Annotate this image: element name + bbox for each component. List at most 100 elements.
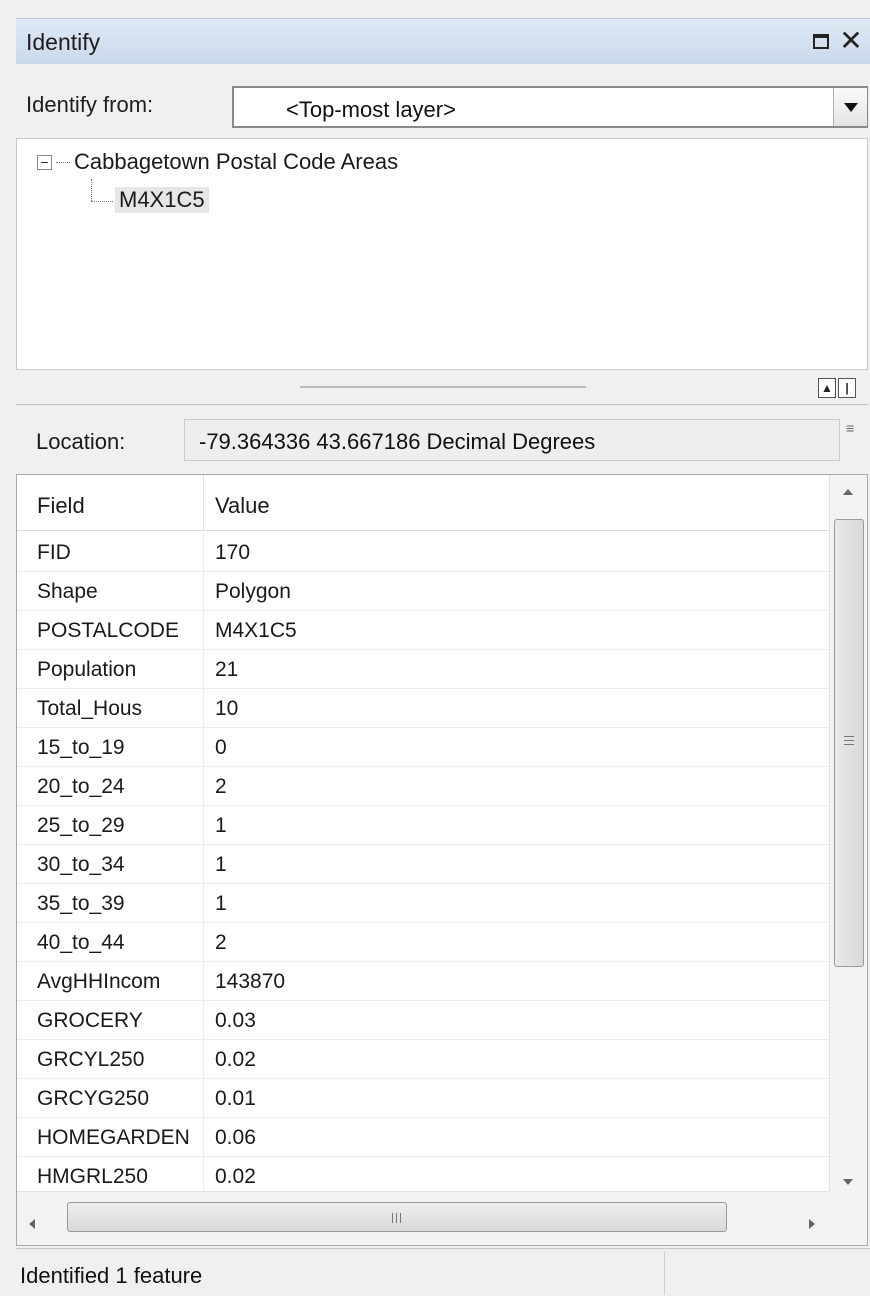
- field-value: 143870: [215, 970, 286, 993]
- field-name: 40_to_44: [37, 931, 125, 954]
- field-value: 0.02: [215, 1048, 256, 1071]
- identify-window: Identify ✕ Identify from: <Top-most laye…: [0, 0, 870, 1296]
- field-value: 1: [215, 892, 227, 915]
- grip-line: [844, 736, 854, 737]
- table-row[interactable]: GROCERY 0.03: [17, 1001, 829, 1040]
- table-row[interactable]: HOMEGARDEN 0.06: [17, 1118, 829, 1157]
- field-value: 0.02: [215, 1165, 256, 1188]
- tree-connector-vertical: [91, 179, 92, 201]
- status-bar: Identified 1 feature: [16, 1248, 870, 1296]
- field-name: Total_Hous: [37, 697, 143, 720]
- table-row[interactable]: POSTALCODE M4X1C5: [17, 611, 829, 650]
- field-name: HMGRL250: [37, 1165, 148, 1188]
- column-divider[interactable]: [203, 475, 204, 531]
- collapse-panel-button[interactable]: ▲: [818, 378, 836, 398]
- table-row[interactable]: 15_to_19 0: [17, 728, 829, 767]
- table-row[interactable]: GRCYL250 0.02: [17, 1040, 829, 1079]
- scroll-down-icon[interactable]: [843, 1179, 853, 1185]
- field-name: 25_to_29: [37, 814, 125, 837]
- field-name: 30_to_34: [37, 853, 125, 876]
- identify-from-selected: <Top-most layer>: [286, 97, 456, 122]
- scroll-up-icon[interactable]: [843, 489, 853, 495]
- field-name: 15_to_19: [37, 736, 125, 759]
- field-value: 0.01: [215, 1087, 256, 1110]
- scroll-right-icon[interactable]: [809, 1219, 815, 1229]
- field-value: 21: [215, 658, 239, 681]
- column-header-value[interactable]: Value: [215, 493, 270, 519]
- vertical-scroll-thumb[interactable]: [834, 519, 864, 967]
- grip-line: [392, 1213, 393, 1223]
- identify-from-dropdown[interactable]: <Top-most layer>: [232, 86, 868, 128]
- field-name: 20_to_24: [37, 775, 125, 798]
- scroll-left-icon[interactable]: [29, 1219, 35, 1229]
- field-value: 2: [215, 775, 227, 798]
- split-layout-button[interactable]: |: [838, 378, 856, 398]
- field-value: M4X1C5: [215, 619, 297, 642]
- vertical-scrollbar[interactable]: [829, 475, 867, 1191]
- field-value: 10: [215, 697, 239, 720]
- title-bar: Identify ✕: [16, 18, 870, 64]
- field-value: 0.03: [215, 1009, 256, 1032]
- table-row[interactable]: FID 170: [17, 533, 829, 572]
- horizontal-scroll-thumb[interactable]: [67, 1202, 727, 1232]
- tree-feature-node[interactable]: M4X1C5: [115, 187, 209, 213]
- field-value: 2: [215, 931, 227, 954]
- field-value: Polygon: [215, 580, 291, 603]
- table-row[interactable]: Total_Hous 10: [17, 689, 829, 728]
- results-tree: Cabbagetown Postal Code Areas M4X1C5: [16, 138, 868, 370]
- panel-splitter[interactable]: [300, 386, 586, 388]
- field-value: 1: [215, 814, 227, 837]
- table-row[interactable]: AvgHHIncom 143870: [17, 962, 829, 1001]
- split-icon: |: [845, 381, 849, 395]
- restore-button[interactable]: [808, 27, 834, 55]
- status-divider: [664, 1251, 665, 1295]
- attributes-grid: Field Value FID 170 Shape Polygon POSTALCO…: [16, 474, 868, 1246]
- grip-line: [400, 1213, 401, 1223]
- close-button[interactable]: ✕: [838, 27, 864, 55]
- table-row[interactable]: Population 21: [17, 650, 829, 689]
- tree-collapse-icon[interactable]: [37, 154, 52, 170]
- location-value: -79.364336 43.667186 Decimal Degrees: [199, 429, 596, 454]
- table-row[interactable]: 20_to_24 2: [17, 767, 829, 806]
- field-value: 1: [215, 853, 227, 876]
- field-value: 0: [215, 736, 227, 759]
- table-row[interactable]: 35_to_39 1: [17, 884, 829, 923]
- tree-layer-node[interactable]: Cabbagetown Postal Code Areas: [37, 149, 398, 175]
- field-name: GRCYL250: [37, 1048, 145, 1071]
- location-label: Location:: [36, 429, 126, 454]
- field-name: 35_to_39: [37, 892, 125, 915]
- grip-line: [396, 1213, 397, 1223]
- dropdown-button[interactable]: [833, 88, 867, 126]
- table-row[interactable]: GRCYG250 0.01: [17, 1079, 829, 1118]
- horizontal-scrollbar[interactable]: [17, 1191, 829, 1245]
- status-text: Identified 1 feature: [20, 1263, 203, 1288]
- grid-header: Field Value: [17, 475, 829, 531]
- field-name: POSTALCODE: [37, 619, 179, 642]
- field-name: Shape: [37, 580, 98, 603]
- identify-from-label: Identify from:: [26, 92, 154, 117]
- table-row[interactable]: 40_to_44 2: [17, 923, 829, 962]
- field-name: AvgHHIncom: [37, 970, 161, 993]
- table-row[interactable]: 25_to_29 1: [17, 806, 829, 845]
- location-panel: Location: -79.364336 43.667186 Decimal D…: [16, 404, 868, 468]
- field-name: HOMEGARDEN: [37, 1126, 190, 1149]
- location-field[interactable]: -79.364336 43.667186 Decimal Degrees: [184, 419, 840, 461]
- field-name: FID: [37, 541, 71, 564]
- tree-layer-label: Cabbagetown Postal Code Areas: [74, 149, 399, 174]
- grid-rows: FID 170 Shape Polygon POSTALCODE M4X1C5 Pop…: [17, 533, 829, 1196]
- table-row[interactable]: Shape Polygon: [17, 572, 829, 611]
- field-name: Population: [37, 658, 137, 681]
- close-icon: ✕: [839, 25, 863, 56]
- field-name: GROCERY: [37, 1009, 143, 1032]
- field-value: 0.06: [215, 1126, 256, 1149]
- column-header-field[interactable]: Field: [37, 493, 85, 519]
- location-options-icon[interactable]: ≡: [846, 420, 854, 436]
- field-value: 170: [215, 541, 251, 564]
- scrollbar-corner: [829, 1191, 867, 1245]
- double-chevron-up-icon: ▲: [821, 381, 833, 395]
- grip-line: [844, 744, 854, 745]
- tree-connector: [56, 161, 70, 163]
- tree-connector-horizontal: [91, 201, 113, 202]
- table-row[interactable]: 30_to_34 1: [17, 845, 829, 884]
- grip-line: [844, 740, 854, 741]
